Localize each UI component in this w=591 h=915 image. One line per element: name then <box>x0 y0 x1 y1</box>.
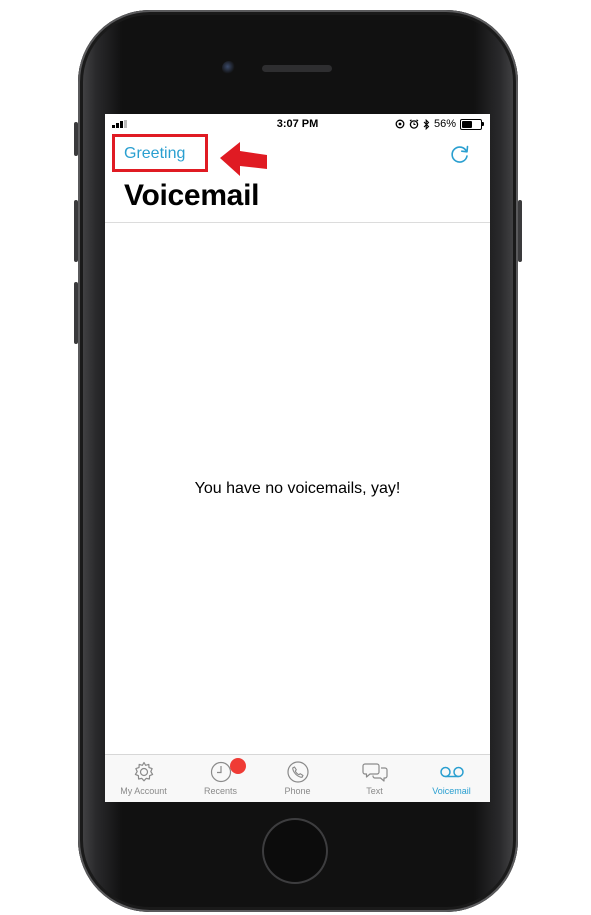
tab-label: Phone <box>284 786 311 796</box>
tab-voicemail[interactable]: Voicemail <box>413 760 490 796</box>
alarm-icon <box>409 119 419 129</box>
tab-phone[interactable]: Phone <box>259 760 336 796</box>
tab-my-account[interactable]: My Account <box>105 760 182 796</box>
tab-bar: My Account Recents Phone Text Voicemail <box>105 754 490 802</box>
front-camera <box>222 61 236 75</box>
status-indicators: 56% <box>395 118 484 130</box>
chat-bubbles-icon <box>361 763 388 782</box>
empty-state-message: You have no voicemails, yay! <box>194 480 401 497</box>
power-button <box>518 200 522 262</box>
tab-label: Voicemail <box>432 786 471 796</box>
tab-text[interactable]: Text <box>336 760 413 796</box>
tab-recents[interactable]: Recents <box>182 758 259 796</box>
app-screen: 3:07 PM 56% Greeting Voicemail You have … <box>105 114 490 802</box>
bluetooth-icon <box>423 118 430 130</box>
tab-label: My Account <box>120 786 167 796</box>
status-bar: 3:07 PM 56% <box>105 114 490 134</box>
header-divider <box>105 222 490 223</box>
notification-badge <box>230 758 246 774</box>
battery-percent: 56% <box>433 118 456 130</box>
tab-label: Text <box>366 786 383 796</box>
refresh-icon[interactable] <box>449 143 471 165</box>
clock-icon <box>210 761 231 783</box>
volume-up-button <box>74 200 78 262</box>
home-button[interactable] <box>262 818 328 884</box>
voicemail-icon <box>439 766 464 778</box>
rotation-lock-icon <box>395 119 405 129</box>
battery-icon <box>460 118 484 130</box>
silent-switch <box>74 122 78 156</box>
earpiece-speaker <box>262 65 332 72</box>
red-arrow-annotation <box>220 142 267 176</box>
tab-label: Recents <box>203 786 238 796</box>
page-title: Voicemail <box>124 179 260 212</box>
battery-fill <box>462 120 473 128</box>
gear-icon <box>134 761 153 782</box>
volume-down-button <box>74 282 78 344</box>
phone-icon <box>286 761 309 783</box>
highlight-box <box>112 134 208 172</box>
